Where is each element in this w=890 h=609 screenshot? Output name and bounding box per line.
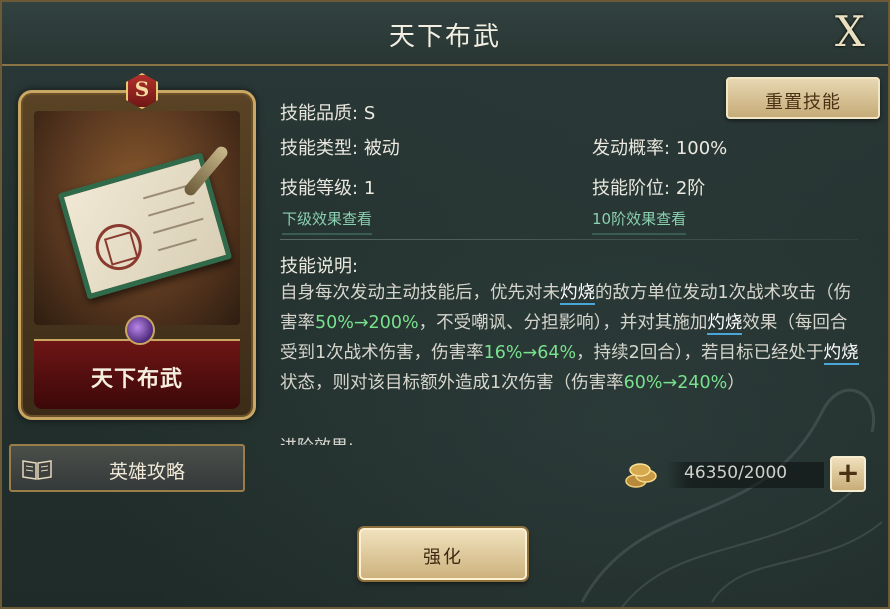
description-text: ，持续2回合），若目标已经处于 [576,343,824,363]
scroll-text-line [148,201,195,217]
gold-coins-icon [625,463,657,488]
skill-rank: 技能阶位: 2阶 [592,174,705,200]
advanced-effect-title: 进阶效果: [280,432,400,445]
skill-type: 技能类型: 被动 [280,134,400,160]
card-grade: S [134,77,150,101]
skill-quality-value: S [363,103,376,124]
resource-value: 46350/2000 [684,463,788,483]
description-text: ） [727,373,745,393]
burn-keyword[interactable]: 灼烧 [560,283,595,305]
skill-rank-label: 技能阶位: [592,178,671,199]
purple-gem-icon [125,315,155,345]
skill-level-label: 技能等级: [280,178,359,199]
hero-guide-label: 英雄攻略 [108,461,185,483]
burn-damage-rate-value: 16%→64% [483,343,577,363]
description-text: ，不受嘲讽、分担影响），并对其施加 [418,313,708,333]
skill-type-label: 技能类型: [280,138,359,159]
book-icon [22,460,52,480]
scroll-text-line [152,217,204,234]
skill-quality-label: 技能品质: [280,103,359,124]
strengthen-button[interactable]: 强化 [359,528,527,580]
skill-level-value: 1 [363,178,376,199]
extra-damage-rate-value: 60%→240% [623,373,728,393]
skill-scroll-icon [34,111,240,325]
rank10-effect-link[interactable]: 10阶效果查看 [592,208,687,235]
strengthen-label: 强化 [423,547,463,568]
plus-icon: + [836,456,860,489]
lower-level-effect-link[interactable]: 下级效果查看 [282,208,373,235]
skill-detail-panel: 天下布武 X S 天下布武 英雄攻略 重置技能 技能品质: S 技能类型: 被动… [0,0,890,609]
burn-keyword[interactable]: 灼烧 [823,343,859,365]
title-bar: 天下布武 X [2,2,888,66]
skill-description: 自身每次发动主动技能后，优先对未灼烧的敌方单位发动1次战术攻击（伤害率50%→2… [280,278,860,398]
description-text: 自身每次发动主动技能后，优先对未 [280,283,560,303]
description-text: 状态，则对该目标额外造成1次伤害（伤害率 [280,373,624,393]
trigger-rate-label: 发动概率: [592,138,671,159]
window-title: 天下布武 [388,22,501,52]
trigger-rate-value: 100% [675,138,728,159]
card-name: 天下布武 [90,367,183,392]
damage-rate-value: 50%→200% [315,313,419,333]
hero-guide-button[interactable]: 英雄攻略 [9,444,245,492]
section-divider [280,239,858,240]
reset-skill-label: 重置技能 [765,92,841,113]
skill-type-value: 被动 [363,138,400,159]
skill-rank-value: 2阶 [675,178,706,199]
skill-quality: 技能品质: S [280,99,375,125]
skill-level: 技能等级: 1 [280,174,375,200]
reset-skill-button[interactable]: 重置技能 [726,77,880,119]
trigger-rate: 发动概率: 100% [592,134,727,160]
description-title: 技能说明: [280,256,359,277]
burn-keyword[interactable]: 灼烧 [707,313,743,335]
skill-card: S 天下布武 [18,73,256,420]
add-resource-button[interactable]: + [830,456,866,492]
close-button[interactable]: X [830,10,870,54]
scroll-text-line [157,238,197,252]
seal-icon [90,218,148,276]
card-name-plate: 天下布武 [34,339,240,409]
